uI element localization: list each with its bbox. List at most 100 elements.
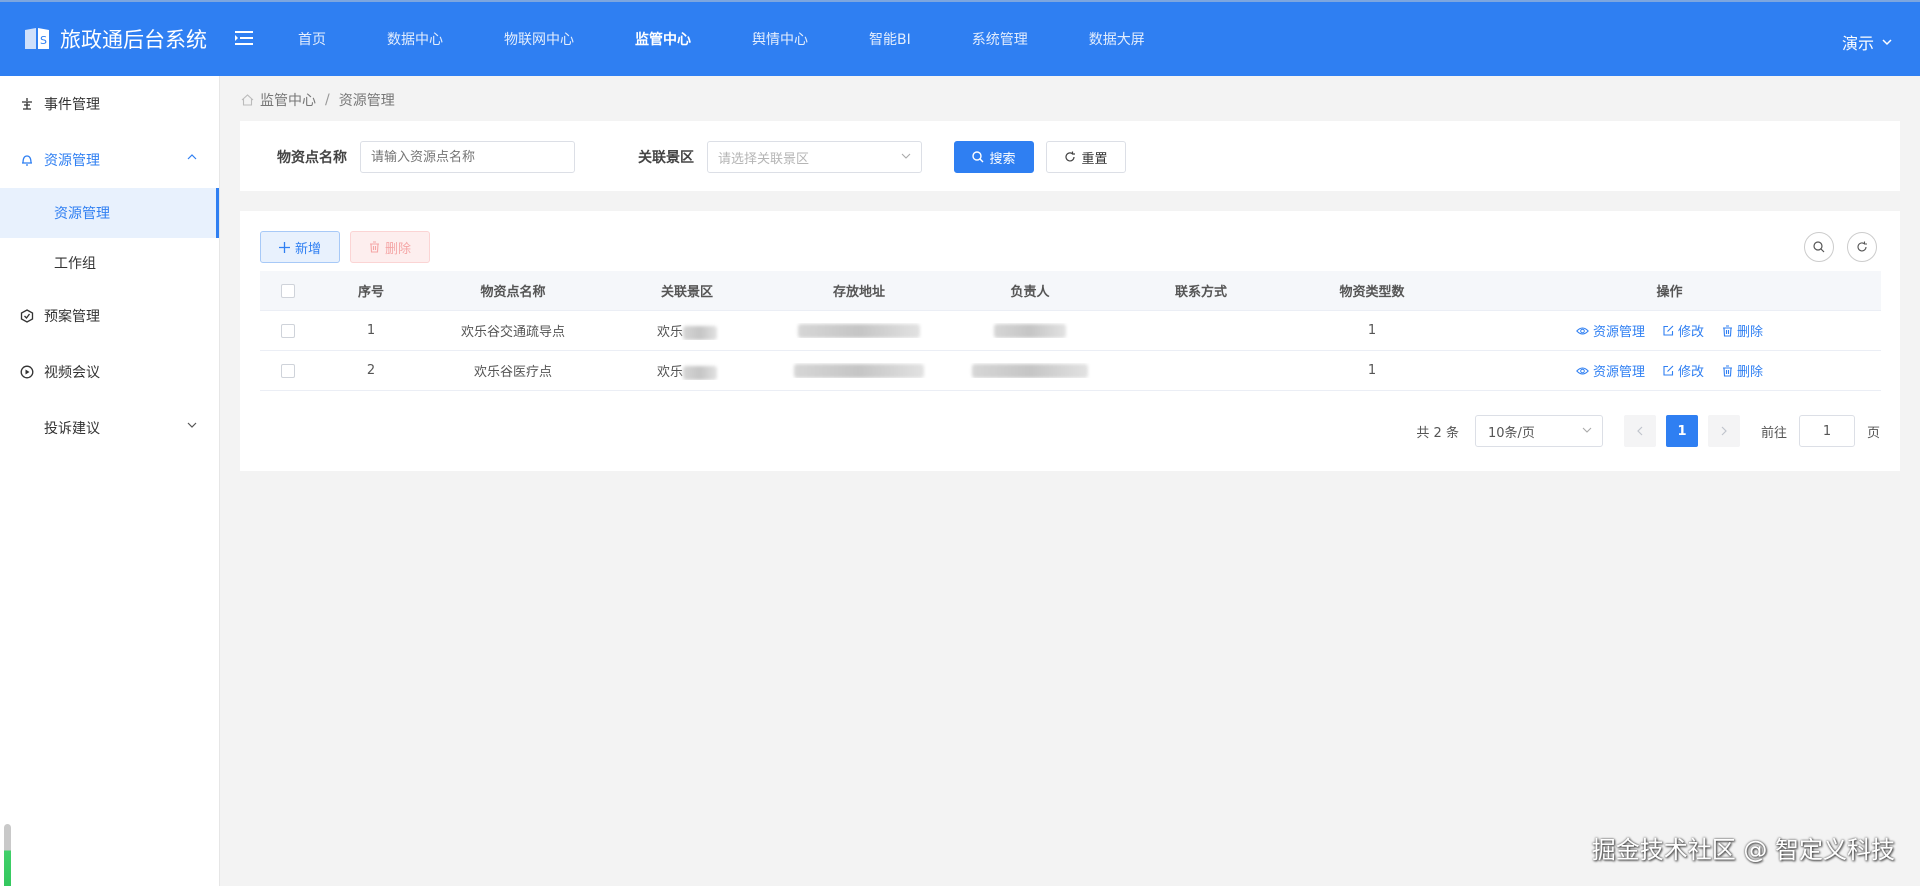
user-menu[interactable]: 演示 <box>1842 30 1892 54</box>
chevron-down-icon <box>1882 38 1892 45</box>
nav-supervision-center[interactable]: 监管中心 <box>613 29 713 49</box>
toggle-search-button[interactable] <box>1804 232 1834 262</box>
nav-home[interactable]: 首页 <box>276 29 348 49</box>
nav-data-center[interactable]: 数据中心 <box>365 29 465 49</box>
resource-table: 序号 物资点名称 关联景区 存放地址 负责人 联系方式 物资类型数 操作 1 欢… <box>260 271 1881 391</box>
sidebar-subitem-resource-management[interactable]: 资源管理 <box>0 188 219 238</box>
prev-page-button[interactable] <box>1623 415 1656 447</box>
pagination: 共 2 条 10条/页 1 前往 1 页 <box>1416 415 1880 447</box>
goto-label: 前往 <box>1760 425 1787 441</box>
page-number-current[interactable]: 1 <box>1665 415 1698 447</box>
row-checkbox[interactable] <box>281 323 295 338</box>
trash-icon <box>1723 324 1732 337</box>
redacted-area <box>683 365 717 380</box>
search-button[interactable]: 搜索 <box>954 141 1034 173</box>
breadcrumb-parent[interactable]: 监管中心 <box>260 90 316 110</box>
next-page-button[interactable] <box>1707 415 1740 447</box>
batch-delete-button[interactable]: 删除 <box>350 231 430 263</box>
table-panel: 新增 删除 序号 物资点名称 关联景区 存放地址 负责人 联系方式 物资类型数 … <box>240 211 1900 471</box>
refresh-icon <box>1857 241 1867 252</box>
chevron-down-icon <box>1582 427 1592 433</box>
chevron-up-icon <box>187 154 197 160</box>
book-logo-icon: S <box>25 28 49 49</box>
sidebar-item-resource-management[interactable]: 资源管理 <box>0 132 219 188</box>
row-owner <box>944 323 1116 338</box>
redacted-address <box>794 363 924 378</box>
row-owner <box>944 363 1116 378</box>
edit-icon <box>1663 325 1674 336</box>
header-area: 关联景区 <box>660 285 713 300</box>
nav-opinion-center[interactable]: 舆情中心 <box>730 29 830 49</box>
row-index: 1 <box>366 323 376 338</box>
header-type-count: 物资类型数 <box>1339 285 1405 300</box>
menu-collapse-icon[interactable] <box>235 30 253 46</box>
goto-suffix: 页 <box>1866 425 1880 441</box>
bell-icon <box>20 153 34 167</box>
nav-data-screen[interactable]: 数据大屏 <box>1067 29 1167 49</box>
manage-resource-link[interactable]: 资源管理 <box>1576 361 1645 380</box>
edit-link[interactable]: 修改 <box>1663 361 1704 380</box>
table-row: 2 欢乐谷医疗点 欢乐 1 资源管理 修改 删除 <box>260 351 1881 391</box>
breadcrumb-separator: / <box>325 92 330 108</box>
manage-resource-link[interactable]: 资源管理 <box>1576 321 1645 340</box>
name-search-input[interactable] <box>360 141 575 173</box>
row-address <box>774 323 944 338</box>
delete-link[interactable]: 删除 <box>1722 321 1763 340</box>
redacted-owner <box>972 363 1088 378</box>
sidebar-item-plan-management[interactable]: 预案管理 <box>0 288 219 344</box>
delete-link[interactable]: 删除 <box>1722 361 1763 380</box>
trash-icon <box>1723 364 1732 377</box>
row-name: 欢乐谷医疗点 <box>473 365 552 380</box>
name-label: 物资点名称 <box>277 150 347 166</box>
header-name: 物资点名称 <box>480 285 546 300</box>
sidebar: 事件管理 资源管理 资源管理 工作组 预案管理 视频会议 投诉建议 <box>0 76 220 886</box>
row-type-count: 1 <box>1367 323 1377 338</box>
watermark: 掘金技术社区 @ 智定义科技 <box>1591 836 1895 864</box>
row-address <box>774 363 944 378</box>
sidebar-item-label: 投诉建议 <box>44 421 100 437</box>
scroll-indicator[interactable] <box>4 824 11 886</box>
edit-icon <box>1663 365 1674 376</box>
area-label: 关联景区 <box>638 150 694 166</box>
goto-page-input[interactable]: 1 <box>1798 415 1855 447</box>
nav-smart-bi[interactable]: 智能BI <box>847 29 933 49</box>
home-icon <box>241 94 254 106</box>
nav-system-management[interactable]: 系统管理 <box>950 29 1050 49</box>
sidebar-item-complaints[interactable]: 投诉建议 <box>0 400 219 456</box>
reset-button[interactable]: 重置 <box>1046 141 1126 173</box>
refresh-table-button[interactable] <box>1847 232 1877 262</box>
area-select[interactable]: 请选择关联景区 <box>707 141 922 173</box>
play-circle-icon <box>20 365 34 379</box>
sidebar-item-video-conference[interactable]: 视频会议 <box>0 344 219 400</box>
nav-iot-center[interactable]: 物联网中心 <box>482 29 596 49</box>
sidebar-item-label: 预案管理 <box>44 309 100 325</box>
header-address: 存放地址 <box>832 285 885 300</box>
row-type-count: 1 <box>1367 363 1377 378</box>
svg-text:S: S <box>40 34 47 47</box>
row-index: 2 <box>366 363 376 378</box>
row-checkbox[interactable] <box>281 363 295 378</box>
add-button[interactable]: 新增 <box>260 231 340 263</box>
header-actions: 操作 <box>1656 285 1683 300</box>
area-select-placeholder: 请选择关联景区 <box>718 151 810 167</box>
page-size-select[interactable]: 10条/页 <box>1474 415 1603 447</box>
select-all-checkbox[interactable] <box>281 283 295 298</box>
breadcrumb-current: 资源管理 <box>338 93 395 109</box>
edit-link[interactable]: 修改 <box>1663 321 1704 340</box>
sidebar-item-event-management[interactable]: 事件管理 <box>0 76 219 132</box>
redacted-area <box>683 325 717 340</box>
sidebar-item-label: 视频会议 <box>44 365 100 381</box>
total-count: 共 2 条 <box>1416 425 1459 441</box>
table-header-row: 序号 物资点名称 关联景区 存放地址 负责人 联系方式 物资类型数 操作 <box>260 271 1881 311</box>
sidebar-item-label: 事件管理 <box>44 97 100 113</box>
brand[interactable]: S 旅政通后台系统 <box>24 24 207 54</box>
sidebar-subitem-workgroup[interactable]: 工作组 <box>0 238 219 288</box>
breadcrumb: 监管中心 / 资源管理 <box>241 90 395 110</box>
redacted-owner <box>994 323 1066 338</box>
user-name: 演示 <box>1841 34 1874 53</box>
trash-icon <box>369 241 379 253</box>
eye-icon <box>1576 367 1589 374</box>
plan-icon <box>20 309 34 323</box>
chevron-left-icon <box>1637 426 1643 436</box>
chevron-down-icon <box>901 153 911 159</box>
